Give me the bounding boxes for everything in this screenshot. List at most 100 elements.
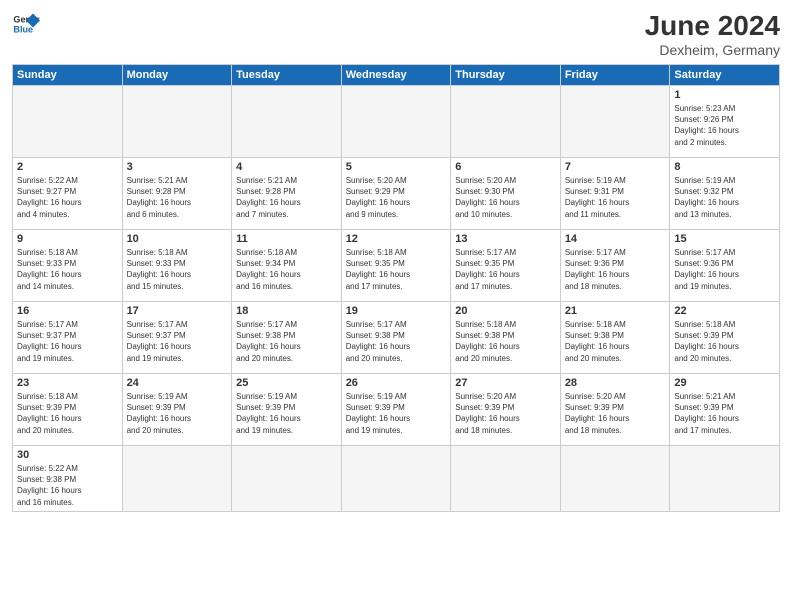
day-number: 7 (565, 161, 666, 173)
day-info: Sunrise: 5:18 AM Sunset: 9:39 PM Dayligh… (674, 319, 775, 364)
day-number: 6 (455, 161, 556, 173)
header-sunday: Sunday (13, 65, 123, 86)
day-info: Sunrise: 5:17 AM Sunset: 9:37 PM Dayligh… (17, 319, 118, 364)
table-row: 17 Sunrise: 5:17 AM Sunset: 9:37 PM Dayli… (122, 302, 232, 374)
day-number: 3 (127, 161, 228, 173)
day-info: Sunrise: 5:17 AM Sunset: 9:36 PM Dayligh… (674, 247, 775, 292)
table-row: 15Sunrise: 5:17 AM Sunset: 9:36 PM Dayli… (670, 230, 780, 302)
day-number: 29 (674, 377, 775, 389)
table-row: 22 Sunrise: 5:18 AM Sunset: 9:39 PM Dayli… (670, 302, 780, 374)
table-row (122, 86, 232, 158)
location-subtitle: Dexheim, Germany (645, 42, 780, 58)
table-row (451, 86, 561, 158)
table-row (560, 86, 670, 158)
table-row: 28 Sunrise: 5:20 AM Sunset: 9:39 PM Dayli… (560, 374, 670, 446)
table-row (232, 446, 342, 512)
day-info: Sunrise: 5:20 AM Sunset: 9:29 PM Dayligh… (346, 175, 447, 220)
day-number: 24 (127, 377, 228, 389)
weekday-header-row: Sunday Monday Tuesday Wednesday Thursday… (13, 65, 780, 86)
header-friday: Friday (560, 65, 670, 86)
table-row: 1Sunrise: 5:23 AM Sunset: 9:26 PM Daylig… (670, 86, 780, 158)
day-info: Sunrise: 5:19 AM Sunset: 9:32 PM Dayligh… (674, 175, 775, 220)
day-info: Sunrise: 5:20 AM Sunset: 9:39 PM Dayligh… (565, 391, 666, 436)
day-number: 8 (674, 161, 775, 173)
table-row (232, 86, 342, 158)
day-info: Sunrise: 5:18 AM Sunset: 9:39 PM Dayligh… (17, 391, 118, 436)
header-saturday: Saturday (670, 65, 780, 86)
table-row: 8 Sunrise: 5:19 AM Sunset: 9:32 PM Daylig… (670, 158, 780, 230)
logo-icon: General Blue (12, 10, 40, 38)
table-row: 21Sunrise: 5:18 AM Sunset: 9:38 PM Dayli… (560, 302, 670, 374)
table-row: 12 Sunrise: 5:18 AM Sunset: 9:35 PM Dayli… (341, 230, 451, 302)
table-row: 7 Sunrise: 5:19 AM Sunset: 9:31 PM Daylig… (560, 158, 670, 230)
table-row: 11Sunrise: 5:18 AM Sunset: 9:34 PM Dayli… (232, 230, 342, 302)
day-number: 14 (565, 233, 666, 245)
day-number: 13 (455, 233, 556, 245)
table-row (451, 446, 561, 512)
day-info: Sunrise: 5:21 AM Sunset: 9:28 PM Dayligh… (236, 175, 337, 220)
day-number: 4 (236, 161, 337, 173)
day-info: Sunrise: 5:22 AM Sunset: 9:38 PM Dayligh… (17, 463, 118, 508)
table-row (670, 446, 780, 512)
day-number: 21 (565, 305, 666, 317)
day-info: Sunrise: 5:19 AM Sunset: 9:39 PM Dayligh… (236, 391, 337, 436)
header-monday: Monday (122, 65, 232, 86)
day-number: 23 (17, 377, 118, 389)
svg-text:Blue: Blue (13, 24, 33, 34)
title-block: June 2024 Dexheim, Germany (645, 10, 780, 58)
table-row: 23 Sunrise: 5:18 AM Sunset: 9:39 PM Dayli… (13, 374, 123, 446)
table-row: 30 Sunrise: 5:22 AM Sunset: 9:38 PM Dayli… (13, 446, 123, 512)
calendar-page: General Blue June 2024 Dexheim, Germany … (0, 0, 792, 612)
day-number: 19 (346, 305, 447, 317)
day-number: 12 (346, 233, 447, 245)
table-row: 3Sunrise: 5:21 AM Sunset: 9:28 PM Daylig… (122, 158, 232, 230)
table-row: 14Sunrise: 5:17 AM Sunset: 9:36 PM Dayli… (560, 230, 670, 302)
table-row (122, 446, 232, 512)
day-info: Sunrise: 5:18 AM Sunset: 9:35 PM Dayligh… (346, 247, 447, 292)
day-info: Sunrise: 5:19 AM Sunset: 9:39 PM Dayligh… (127, 391, 228, 436)
day-number: 28 (565, 377, 666, 389)
table-row: 5 Sunrise: 5:20 AM Sunset: 9:29 PM Daylig… (341, 158, 451, 230)
day-info: Sunrise: 5:19 AM Sunset: 9:39 PM Dayligh… (346, 391, 447, 436)
day-info: Sunrise: 5:18 AM Sunset: 9:34 PM Dayligh… (236, 247, 337, 292)
day-info: Sunrise: 5:21 AM Sunset: 9:39 PM Dayligh… (674, 391, 775, 436)
table-row: 24 Sunrise: 5:19 AM Sunset: 9:39 PM Dayli… (122, 374, 232, 446)
table-row: 19Sunrise: 5:17 AM Sunset: 9:38 PM Dayli… (341, 302, 451, 374)
day-number: 1 (674, 89, 775, 101)
table-row: 9 Sunrise: 5:18 AM Sunset: 9:33 PM Daylig… (13, 230, 123, 302)
header-thursday: Thursday (451, 65, 561, 86)
calendar-table: Sunday Monday Tuesday Wednesday Thursday… (12, 64, 780, 512)
day-number: 25 (236, 377, 337, 389)
day-number: 30 (17, 449, 118, 461)
day-number: 9 (17, 233, 118, 245)
table-row (560, 446, 670, 512)
table-row: 29 Sunrise: 5:21 AM Sunset: 9:39 PM Dayli… (670, 374, 780, 446)
day-info: Sunrise: 5:19 AM Sunset: 9:31 PM Dayligh… (565, 175, 666, 220)
day-number: 20 (455, 305, 556, 317)
table-row: 2 Sunrise: 5:22 AM Sunset: 9:27 PM Daylig… (13, 158, 123, 230)
day-number: 5 (346, 161, 447, 173)
table-row: 10Sunrise: 5:18 AM Sunset: 9:33 PM Dayli… (122, 230, 232, 302)
day-info: Sunrise: 5:20 AM Sunset: 9:39 PM Dayligh… (455, 391, 556, 436)
day-info: Sunrise: 5:17 AM Sunset: 9:38 PM Dayligh… (236, 319, 337, 364)
table-row: 26 Sunrise: 5:19 AM Sunset: 9:39 PM Dayli… (341, 374, 451, 446)
day-number: 10 (127, 233, 228, 245)
day-number: 17 (127, 305, 228, 317)
header-wednesday: Wednesday (341, 65, 451, 86)
day-info: Sunrise: 5:17 AM Sunset: 9:37 PM Dayligh… (127, 319, 228, 364)
day-number: 27 (455, 377, 556, 389)
month-year-title: June 2024 (645, 10, 780, 42)
day-info: Sunrise: 5:22 AM Sunset: 9:27 PM Dayligh… (17, 175, 118, 220)
day-number: 22 (674, 305, 775, 317)
day-info: Sunrise: 5:18 AM Sunset: 9:33 PM Dayligh… (17, 247, 118, 292)
table-row: 4 Sunrise: 5:21 AM Sunset: 9:28 PM Daylig… (232, 158, 342, 230)
day-info: Sunrise: 5:18 AM Sunset: 9:38 PM Dayligh… (455, 319, 556, 364)
day-info: Sunrise: 5:20 AM Sunset: 9:30 PM Dayligh… (455, 175, 556, 220)
day-number: 2 (17, 161, 118, 173)
day-number: 26 (346, 377, 447, 389)
day-number: 18 (236, 305, 337, 317)
table-row: 25 Sunrise: 5:19 AM Sunset: 9:39 PM Dayli… (232, 374, 342, 446)
table-row: 16Sunrise: 5:17 AM Sunset: 9:37 PM Dayli… (13, 302, 123, 374)
logo: General Blue (12, 10, 40, 38)
header-tuesday: Tuesday (232, 65, 342, 86)
